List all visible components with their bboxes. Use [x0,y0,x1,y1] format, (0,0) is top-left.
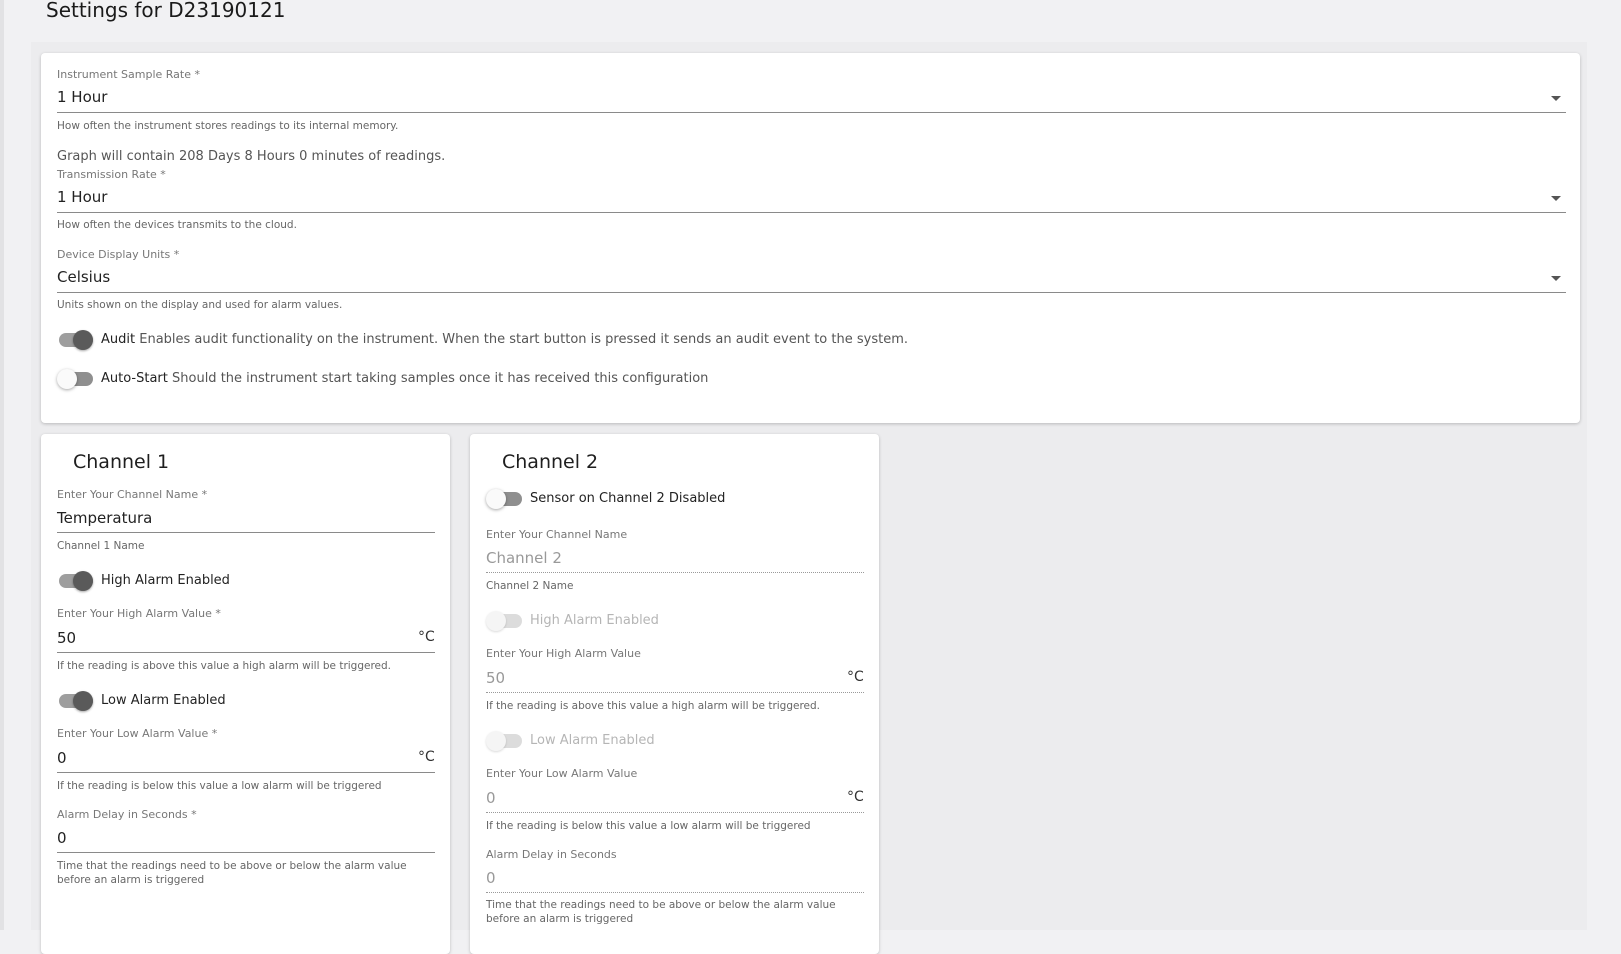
channel-1-delay-helper-line-1: Time that the readings need to be above … [57,860,407,872]
transmission-rate-select[interactable]: 1 Hour [57,188,107,206]
channel-2-low-alarm-helper: If the reading is below this value a low… [486,820,811,832]
channel-1-high-alarm-toggle-thumb [73,571,93,591]
channel-1-low-alarm-input[interactable]: 0 [57,749,67,767]
auto-start-toggle-thumb [57,369,77,389]
auto-start-description: Should the instrument start taking sampl… [172,371,709,386]
channel-1-high-alarm-input[interactable]: 50 [57,629,76,647]
channel-2-high-alarm-unit: °C [847,669,864,685]
channel-1-low-alarm-helper: If the reading is below this value a low… [57,780,382,792]
channel-2-high-alarm-input[interactable]: 50 [486,669,505,687]
channel-2-high-alarm-label: Enter Your High Alarm Value [486,647,641,660]
channel-2-name-input[interactable]: Channel 2 [486,549,562,567]
audit-name: Audit [101,332,136,347]
channel-1-name-label: Enter Your Channel Name * [57,488,208,501]
channel-2-high-alarm-toggle-label: High Alarm Enabled [530,613,659,628]
channel-1-delay-input[interactable]: 0 [57,829,67,847]
channel-2-delay-helper-line-1: Time that the readings need to be above … [486,899,836,911]
audit-toggle-thumb [73,330,93,350]
channel-1-low-alarm-toggle-thumb [73,691,93,711]
transmission-rate-label: Transmission Rate * [57,168,166,181]
channel-1-delay-underline [57,852,435,853]
channel-1-high-alarm-underline [57,652,435,653]
channel-2-delay-helper-line-2: before an alarm is triggered [486,913,634,925]
transmission-rate-helper: How often the devices transmits to the c… [57,219,297,231]
channel-2-high-alarm-helper: If the reading is above this value a hig… [486,700,821,712]
channel-1-name-helper: Channel 1 Name [57,540,145,552]
channel-2-low-alarm-input[interactable]: 0 [486,789,496,807]
display-units-underline [57,292,1566,293]
display-units-label: Device Display Units * [57,248,180,261]
audit-toggle-text: Audit Enables audit functionality on the… [101,332,908,347]
channel-2-sensor-toggle[interactable] [486,489,522,509]
display-units-select[interactable]: Celsius [57,268,110,286]
channel-2-delay-underline [486,892,864,893]
channel-2-low-alarm-toggle-thumb [486,731,506,751]
sample-rate-select[interactable]: 1 Hour [57,88,107,106]
channel-1-low-alarm-toggle-label: Low Alarm Enabled [101,693,226,708]
display-units-helper: Units shown on the display and used for … [57,299,343,311]
channel-1-low-alarm-unit: °C [418,749,435,765]
channel-1-high-alarm-toggle[interactable] [57,571,93,591]
channel-1-low-alarm-toggle[interactable] [57,691,93,711]
channel-2-name-underline [486,572,864,573]
channel-2-sensor-toggle-label: Sensor on Channel 2 Disabled [530,491,726,506]
channel-2-low-alarm-toggle[interactable] [486,731,522,751]
channel-2-name-label: Enter Your Channel Name [486,528,628,541]
transmission-rate-dropdown-icon[interactable] [1551,196,1561,201]
channel-2-high-alarm-toggle-thumb [486,611,506,631]
channel-1-high-alarm-label: Enter Your High Alarm Value * [57,607,221,620]
channel-2-high-alarm-toggle[interactable] [486,611,522,631]
channel-2-low-alarm-unit: °C [847,789,864,805]
auto-start-toggle-text: Auto-Start Should the instrument start t… [101,371,708,386]
transmission-rate-underline [57,212,1566,213]
channel-1-card: Channel 1 Enter Your Channel Name * Temp… [41,434,450,954]
channel-1-title: Channel 1 [73,451,170,473]
channel-2-high-alarm-underline [486,692,864,693]
graph-duration-info: Graph will contain 208 Days 8 Hours 0 mi… [57,149,446,164]
audit-description: Enables audit functionality on the instr… [139,332,908,347]
channel-1-name-input[interactable]: Temperatura [57,509,152,527]
left-edge-border [0,0,4,930]
auto-start-name: Auto-Start [101,371,168,386]
channel-1-low-alarm-label: Enter Your Low Alarm Value * [57,727,218,740]
channel-2-delay-label: Alarm Delay in Seconds [486,848,617,861]
auto-start-toggle[interactable] [57,369,93,389]
channel-2-card: Channel 2 Sensor on Channel 2 Disabled E… [470,434,879,954]
channel-1-delay-helper-line-2: before an alarm is triggered [57,874,205,886]
channel-1-delay-label: Alarm Delay in Seconds * [57,808,197,821]
channel-1-high-alarm-toggle-label: High Alarm Enabled [101,573,230,588]
channel-1-high-alarm-unit: °C [418,629,435,645]
page-title: Settings for D23190121 [46,0,286,22]
sample-rate-underline [57,112,1566,113]
sample-rate-helper: How often the instrument stores readings… [57,120,399,132]
channel-1-name-underline [57,532,435,533]
channel-2-low-alarm-underline [486,812,864,813]
sample-rate-dropdown-icon[interactable] [1551,96,1561,101]
sample-rate-label: Instrument Sample Rate * [57,68,200,81]
general-settings-card: Instrument Sample Rate * 1 Hour How ofte… [41,53,1580,423]
audit-toggle[interactable] [57,330,93,350]
channel-2-low-alarm-label: Enter Your Low Alarm Value [486,767,638,780]
channel-2-low-alarm-toggle-label: Low Alarm Enabled [530,733,655,748]
display-units-dropdown-icon[interactable] [1551,276,1561,281]
channel-2-name-helper: Channel 2 Name [486,580,574,592]
channel-1-high-alarm-helper: If the reading is above this value a hig… [57,660,392,672]
channel-2-sensor-toggle-thumb [486,489,506,509]
channel-2-delay-input[interactable]: 0 [486,869,496,887]
channel-2-title: Channel 2 [502,451,599,473]
channel-1-low-alarm-underline [57,772,435,773]
